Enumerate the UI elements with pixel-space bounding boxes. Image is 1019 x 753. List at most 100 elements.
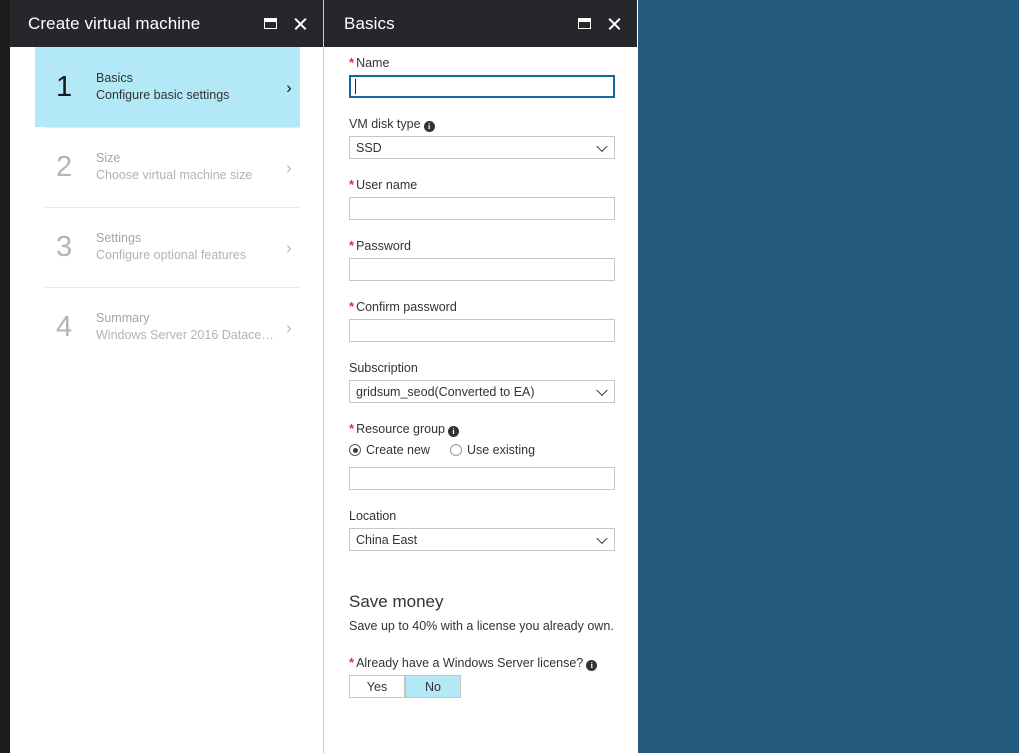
confirm-password-label: * Confirm password [349, 299, 615, 319]
close-icon [293, 17, 307, 31]
step-number: 3 [56, 230, 73, 263]
chevron-right-icon: › [286, 77, 292, 97]
radio-create-new-label: Create new [366, 443, 430, 457]
radio-indicator [449, 444, 462, 456]
text-cursor [355, 79, 356, 94]
step-subtitle: Configure optional features [96, 248, 247, 262]
basics-title: Basics [344, 13, 395, 33]
vm-disk-type-label: VM disk type i [349, 116, 615, 136]
resource-group-label: * Resource group i [349, 421, 615, 441]
location-value: China East [356, 532, 418, 547]
name-label-text: Name [356, 56, 390, 70]
field-user-name: * User name [349, 177, 615, 220]
field-confirm-password: * Confirm password [349, 299, 615, 342]
field-vm-disk-type: VM disk type i SSD [349, 116, 615, 159]
location-select[interactable]: China East [349, 528, 615, 551]
name-input-wrap [349, 75, 615, 98]
step-number: 2 [56, 150, 73, 183]
field-windows-license: * Already have a Windows Server license? i… [349, 655, 615, 698]
basics-form: * Name VM disk type i SSD * User name * … [349, 55, 615, 698]
required-asterisk: * [349, 655, 355, 670]
windows-license-label-text: Already have a Windows Server license? [356, 656, 584, 670]
subscription-value: gridsum_seod(Converted to EA) [356, 384, 535, 399]
chevron-right-icon: › [286, 317, 292, 337]
required-asterisk: * [349, 299, 355, 314]
radio-use-existing[interactable]: Use existing [449, 443, 536, 457]
user-name-label-text: User name [356, 178, 418, 192]
subscription-label: Subscription [349, 360, 615, 380]
left-edge-strip [0, 0, 10, 753]
close-icon [607, 17, 621, 31]
maximize-icon [263, 18, 277, 29]
field-name: * Name [349, 55, 615, 98]
maximize-button[interactable] [569, 9, 599, 39]
step-texts: Settings Configure optional features [96, 230, 278, 264]
confirm-password-input[interactable] [349, 319, 615, 342]
info-icon[interactable]: i [423, 121, 435, 132]
location-label-text: Location [349, 509, 397, 523]
sidebar-item-settings[interactable]: 3 Settings Configure optional features › [35, 207, 300, 287]
close-button[interactable] [285, 9, 315, 39]
password-input[interactable] [349, 258, 615, 281]
step-title: Summary [96, 311, 150, 325]
windows-license-toggle: Yes No [349, 675, 461, 698]
license-no-button[interactable]: No [405, 676, 460, 697]
chevron-right-icon: › [286, 157, 292, 177]
confirm-password-label-text: Confirm password [356, 300, 457, 314]
right-blade-header: Basics [324, 0, 637, 47]
radio-use-existing-label: Use existing [466, 443, 536, 457]
sidebar-item-size[interactable]: 2 Size Choose virtual machine size › [35, 127, 300, 207]
radio-create-new[interactable]: Create new [349, 443, 430, 457]
wizard-steps: 1 Basics Configure basic settings › 2 Si… [35, 47, 300, 367]
info-icon[interactable]: i [448, 426, 460, 437]
save-money-description: Save up to 40% with a license you alread… [349, 619, 614, 633]
save-money-title: Save money [349, 592, 444, 611]
sidebar-item-summary[interactable]: 4 Summary Windows Server 2016 Datacent..… [35, 287, 300, 367]
page-title: Create virtual machine [28, 13, 201, 33]
maximize-button[interactable] [255, 9, 285, 39]
step-title: Settings [96, 231, 142, 245]
name-label: * Name [349, 55, 615, 75]
required-asterisk: * [349, 421, 355, 436]
close-button[interactable] [599, 9, 629, 39]
vm-disk-type-value: SSD [356, 140, 382, 155]
step-number: 4 [56, 310, 73, 343]
info-icon[interactable]: i [586, 660, 598, 671]
radio-indicator [349, 444, 361, 456]
resource-group-input[interactable] [349, 467, 615, 490]
step-subtitle: Windows Server 2016 Datacent... [96, 328, 278, 342]
step-subtitle: Choose virtual machine size [96, 168, 253, 182]
sidebar-item-basics[interactable]: 1 Basics Configure basic settings › [35, 47, 300, 127]
resource-group-radio-group: Create new Use existing [349, 443, 615, 457]
step-title: Size [96, 151, 121, 165]
chevron-down-icon [596, 384, 608, 396]
step-number: 1 [56, 70, 73, 103]
vm-disk-type-label-text: VM disk type [349, 117, 421, 131]
left-blade-header: Create virtual machine [10, 0, 323, 47]
subscription-select[interactable]: gridsum_seod(Converted to EA) [349, 380, 615, 403]
field-password: * Password [349, 238, 615, 281]
step-texts: Basics Configure basic settings [96, 70, 278, 104]
name-input[interactable] [349, 75, 615, 98]
windows-license-label: * Already have a Windows Server license? i [349, 655, 615, 675]
chevron-down-icon [596, 140, 608, 152]
step-texts: Summary Windows Server 2016 Datacent... [96, 310, 278, 344]
required-asterisk: * [349, 177, 355, 192]
azure-portal-background [638, 0, 1019, 753]
resource-group-label-text: Resource group [356, 422, 446, 436]
right-blade-window-controls [569, 0, 629, 47]
required-asterisk: * [349, 55, 355, 70]
left-blade-window-controls [255, 0, 315, 47]
step-subtitle: Configure basic settings [96, 88, 230, 102]
required-asterisk: * [349, 238, 355, 253]
user-name-label: * User name [349, 177, 615, 197]
field-resource-group: * Resource group i Create new Use existing [349, 421, 615, 490]
step-texts: Size Choose virtual machine size [96, 150, 278, 184]
chevron-right-icon: › [286, 237, 292, 257]
vm-disk-type-select[interactable]: SSD [349, 136, 615, 159]
license-yes-button[interactable]: Yes [350, 676, 405, 697]
field-location: Location China East [349, 508, 615, 551]
user-name-input[interactable] [349, 197, 615, 220]
password-label: * Password [349, 238, 615, 258]
